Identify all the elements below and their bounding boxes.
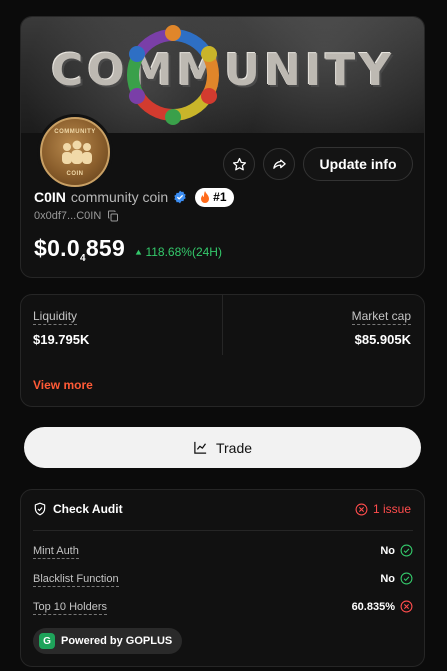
powered-by-goplus-badge[interactable]: G Powered by GOPLUS [33,628,183,654]
audit-value: 60.835% [352,600,413,613]
audit-value: No [380,544,413,557]
x-circle-icon [400,600,413,613]
chart-icon [194,441,207,454]
price-change: 118.68%(24H) [135,245,222,259]
audit-value: No [380,572,413,585]
token-name-row: C0IN community coin #1 [34,187,234,207]
token-ticker: C0IN [34,189,66,205]
check-circle-icon [400,544,413,557]
rank-badge: #1 [195,187,234,207]
token-card: COMMUNITY COMMUNITY COIN Update info C0I… [20,16,425,278]
audit-label: Blacklist Function [33,573,119,587]
avatar-text-top: COMMUNITY [54,129,96,135]
token-price: $0.04859 [34,235,126,264]
audit-header[interactable]: Check Audit [33,502,123,516]
stats-divider [222,295,223,355]
audit-label: Mint Auth [33,545,79,559]
marketcap-value: $85.905K [354,332,411,347]
community-ring-logo [127,25,219,125]
contract-address: 0x0df7...C0IN [34,210,102,222]
audit-title: Check Audit [53,502,123,516]
verified-icon [174,190,186,204]
x-circle-icon [355,503,368,515]
liquidity-value: $19.795K [33,332,90,347]
share-icon [272,159,286,169]
view-more-link[interactable]: View more [33,378,93,392]
audit-row-mint-auth: Mint Auth No [33,544,413,562]
trade-label: Trade [215,439,253,456]
update-info-button[interactable]: Update info [303,147,413,181]
issues-count: 1 issue [372,502,411,516]
fire-icon [201,191,210,203]
contract-address-row: 0x0df7...C0IN [34,210,119,222]
liquidity-label: Liquidity [33,309,78,325]
trade-button[interactable]: Trade [24,427,421,468]
audit-label: Top 10 Holders [33,601,107,615]
stats-card: Liquidity $19.795K Market cap $85.905K V… [20,294,425,407]
favorite-button[interactable] [223,148,255,180]
avatar-text-bottom: COIN [66,171,84,177]
shield-check-icon [34,502,46,516]
powered-by-label: Powered by GOPLUS [61,635,173,647]
people-icon [62,140,92,164]
token-avatar: COMMUNITY COIN [37,114,113,190]
token-name: community coin [70,189,169,205]
goplus-logo-icon: G [39,633,55,649]
marketcap-label: Market cap [351,309,411,325]
rank-value: #1 [213,190,227,204]
share-button[interactable] [263,148,295,180]
price-row: $0.04859 118.68%(24H) [34,235,222,264]
audit-issues: 1 issue [355,502,411,516]
audit-card: Check Audit 1 issue Mint Auth No Blackli… [20,489,425,667]
audit-row-top-holders: Top 10 Holders 60.835% [33,600,413,618]
banner-text: COMMUNITY [51,45,396,96]
star-icon [232,157,246,170]
check-circle-icon [400,572,413,585]
audit-divider [33,530,413,531]
arrow-up-icon [135,249,142,255]
copy-icon[interactable] [107,210,119,222]
audit-row-blacklist: Blacklist Function No [33,572,413,590]
